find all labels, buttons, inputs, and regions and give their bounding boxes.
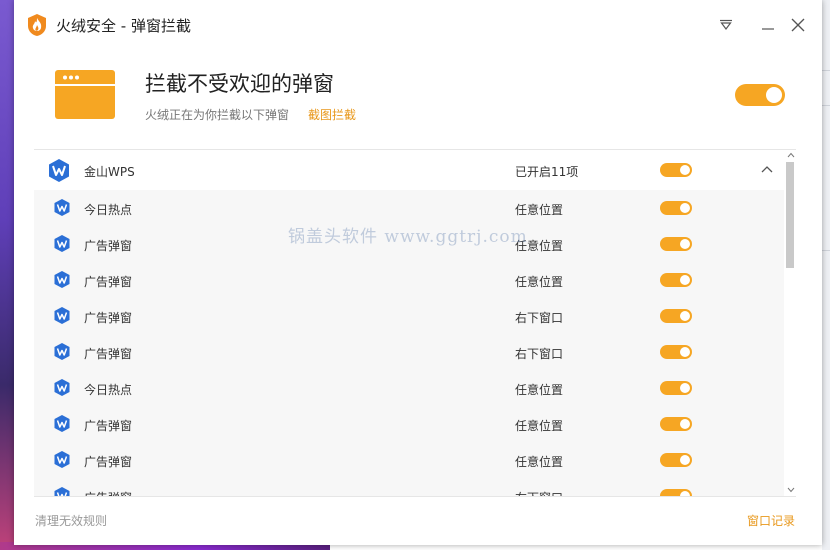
wps-icon: [49, 159, 69, 182]
feature-title: 拦截不受欢迎的弹窗: [145, 72, 334, 96]
rule-position: 任意位置: [515, 419, 564, 433]
scroll-up-arrow-icon[interactable]: [785, 150, 796, 160]
chevron-up-icon[interactable]: [759, 162, 775, 178]
popup-window-icon: [55, 70, 115, 119]
rule-position: 右下窗口: [515, 347, 564, 361]
rule-name: 今日热点: [84, 383, 133, 397]
rule-row[interactable]: 广告弹窗 任意位置: [34, 406, 784, 442]
feature-header: 拦截不受欢迎的弹窗 火绒正在为你拦截以下弹窗 截图拦截: [14, 50, 822, 145]
toggle-knob: [680, 383, 690, 393]
huorong-logo-icon: [28, 14, 46, 36]
rule-position: 任意位置: [515, 455, 564, 469]
wps-icon: [54, 343, 70, 360]
wps-icon: [54, 379, 70, 396]
popup-blocker-window: 火绒安全 - 弹窗拦截 拦截不受欢迎的弹窗 火绒正在为你拦截以下弹窗 截图拦截 …: [14, 0, 822, 545]
rule-position: 任意位置: [515, 203, 564, 217]
rule-name: 广告弹窗: [84, 275, 133, 289]
rule-toggle[interactable]: [660, 309, 692, 323]
clean-invalid-rules-link[interactable]: 清理无效规则: [35, 512, 107, 529]
rule-position: 右下窗口: [515, 311, 564, 325]
wps-icon: [54, 271, 70, 288]
toggle-knob: [680, 491, 690, 496]
rule-name: 广告弹窗: [84, 311, 133, 325]
toggle-knob: [680, 347, 690, 357]
group-status: 已开启11项: [515, 165, 579, 179]
wps-icon: [54, 451, 70, 468]
window-title: 火绒安全 - 弹窗拦截: [56, 17, 191, 35]
group-name: 金山WPS: [84, 165, 135, 179]
toggle-knob: [766, 87, 782, 103]
rule-toggle[interactable]: [660, 453, 692, 467]
close-icon[interactable]: [784, 12, 812, 38]
wps-icon: [54, 199, 70, 216]
rule-toggle[interactable]: [660, 381, 692, 395]
watermark: 锅盖头软件 www.ggtrj.com: [288, 227, 528, 247]
toggle-knob: [680, 419, 690, 429]
rule-row[interactable]: 广告弹窗 任意位置: [34, 442, 784, 478]
group-row-wps[interactable]: 金山WPS 已开启11项: [34, 150, 784, 190]
rule-name: 广告弹窗: [84, 489, 132, 496]
rule-position: 任意位置: [515, 275, 564, 289]
rule-name: 广告弹窗: [84, 455, 133, 469]
rule-toggle[interactable]: [660, 345, 692, 359]
toggle-knob: [680, 311, 690, 321]
toggle-knob: [680, 455, 690, 465]
toggle-knob: [680, 275, 690, 285]
scroll-down-arrow-icon[interactable]: [785, 485, 796, 495]
rule-name: 广告弹窗: [84, 347, 133, 361]
minimize-icon[interactable]: [754, 12, 782, 38]
desktop-background-right: [822, 0, 830, 550]
rule-toggle[interactable]: [660, 273, 692, 287]
toggle-knob: [680, 239, 690, 249]
wps-icon: [54, 415, 70, 432]
rule-row[interactable]: 广告弹窗 右下窗口: [34, 334, 784, 370]
title-bar[interactable]: 火绒安全 - 弹窗拦截: [14, 0, 822, 50]
rule-list: 金山WPS 已开启11项 今日热点 任意位置 广告弹窗 任意位置 广告弹窗 任意位置 广告弹…: [34, 149, 796, 497]
rule-name: 广告弹窗: [84, 419, 133, 433]
menu-triangle-icon[interactable]: [712, 12, 740, 38]
rule-name: 广告弹窗: [84, 239, 133, 253]
wps-icon: [54, 307, 70, 324]
window-records-link[interactable]: 窗口记录: [747, 512, 795, 529]
rule-row[interactable]: 今日热点 任意位置: [34, 370, 784, 406]
screenshot-block-link[interactable]: 截图拦截: [308, 106, 356, 123]
desktop-background-left: [0, 0, 14, 550]
rule-toggle[interactable]: [660, 489, 692, 496]
toggle-knob: [680, 203, 690, 213]
feature-subtitle: 火绒正在为你拦截以下弹窗: [145, 108, 290, 122]
rule-position: 右下窗口: [515, 489, 563, 496]
rule-row[interactable]: 广告弹窗 右下窗口: [34, 478, 784, 496]
rule-row[interactable]: 今日热点 任意位置: [34, 190, 784, 226]
scrollbar-thumb[interactable]: [786, 162, 794, 268]
wps-icon: [54, 235, 70, 252]
rule-position: 任意位置: [515, 383, 564, 397]
rule-row[interactable]: 广告弹窗 右下窗口: [34, 298, 784, 334]
rule-row[interactable]: 广告弹窗 任意位置: [34, 262, 784, 298]
wps-icon: [54, 487, 70, 496]
rule-toggle[interactable]: [660, 237, 692, 251]
rule-name: 今日热点: [84, 203, 133, 217]
group-toggle[interactable]: [660, 163, 692, 177]
toggle-knob: [680, 165, 690, 175]
rule-toggle[interactable]: [660, 201, 692, 215]
master-toggle[interactable]: [735, 84, 785, 106]
rule-toggle[interactable]: [660, 417, 692, 431]
